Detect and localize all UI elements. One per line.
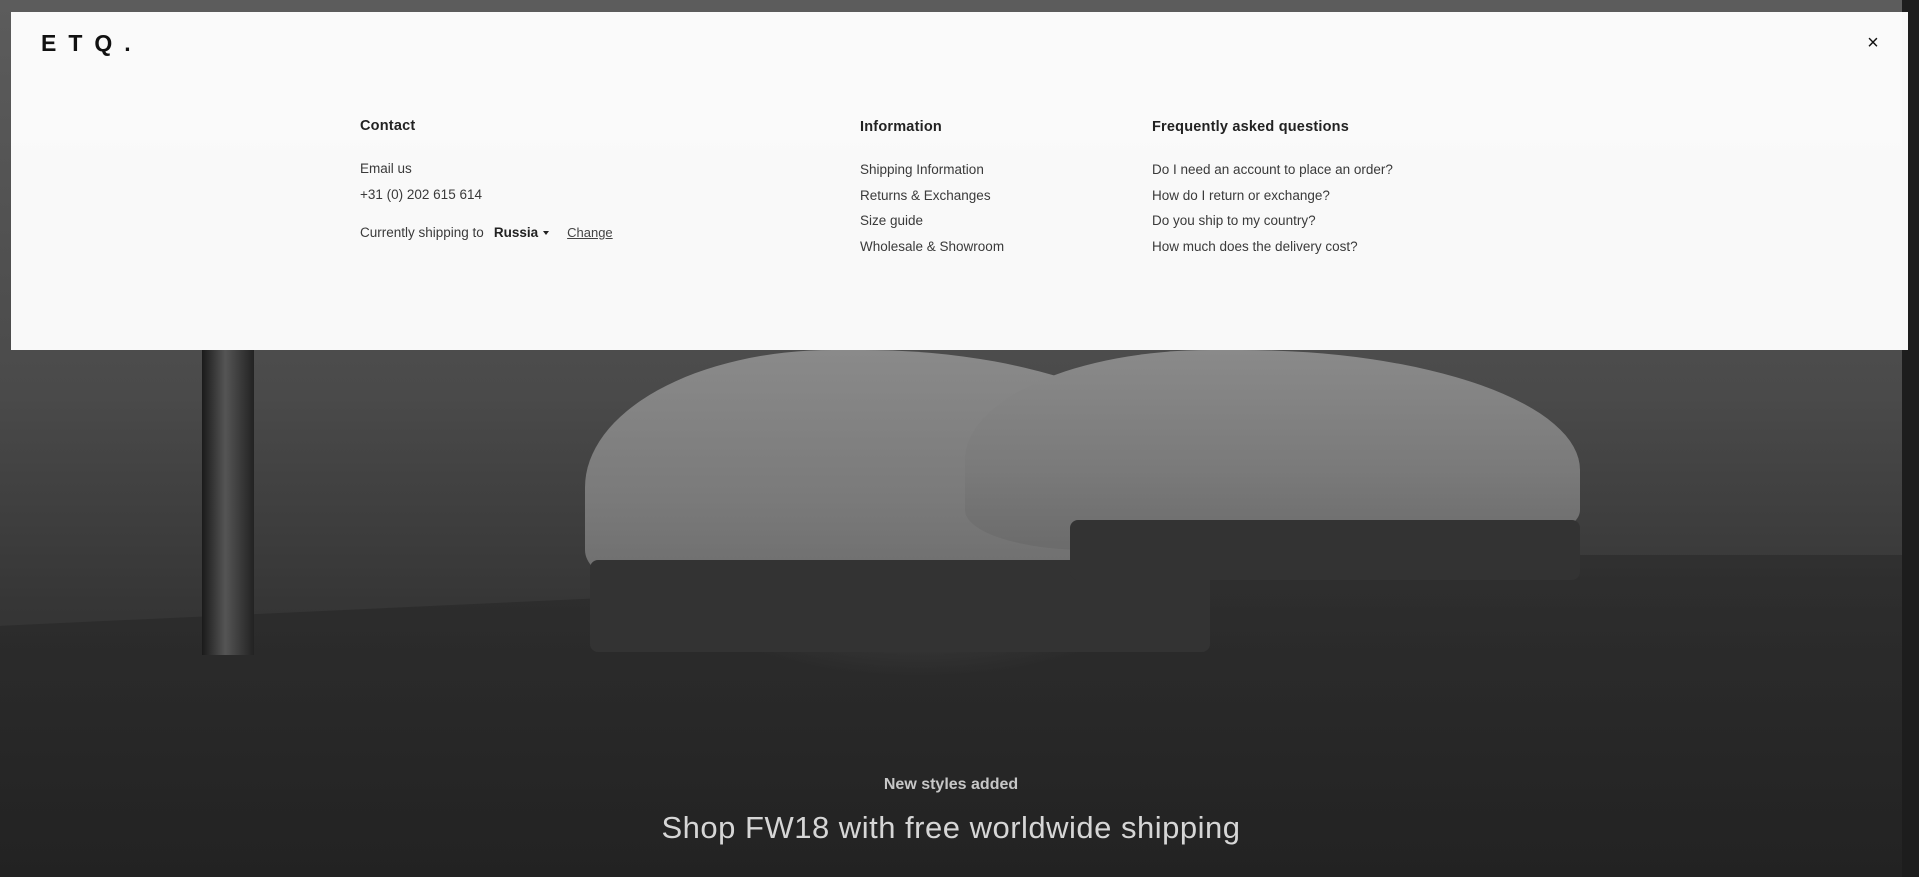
faq-link-ship-country[interactable]: Do you ship to my country? <box>1152 208 1393 234</box>
hero-headline[interactable]: Shop FW18 with free worldwide shipping <box>0 810 1902 846</box>
info-link-wholesale[interactable]: Wholesale & Showroom <box>860 234 1004 260</box>
faq-link-delivery-cost[interactable]: How much does the delivery cost? <box>1152 234 1393 260</box>
country-value: Russia <box>493 225 539 240</box>
information-title: Information <box>860 119 942 135</box>
info-link-shipping[interactable]: Shipping Information <box>860 157 1004 183</box>
hero-kicker[interactable]: New styles added <box>0 776 1902 794</box>
faq-link-return[interactable]: How do I return or exchange? <box>1152 183 1393 209</box>
close-icon[interactable]: × <box>1860 30 1886 56</box>
contact-column: Contact Email us +31 (0) 202 615 614 Cur… <box>360 118 613 240</box>
email-us-link[interactable]: Email us <box>360 156 613 182</box>
chevron-down-icon <box>543 230 550 235</box>
shipping-label: Currently shipping to <box>360 225 484 240</box>
contact-title: Contact <box>360 118 416 134</box>
phone-link[interactable]: +31 (0) 202 615 614 <box>360 182 613 208</box>
country-select[interactable]: Russia <box>493 225 550 240</box>
menu-panel: ETQ. × Contact Email us +31 (0) 202 615 … <box>11 12 1908 350</box>
shipping-row: Currently shipping to Russia Change <box>360 225 613 240</box>
logo[interactable]: ETQ. <box>41 30 143 57</box>
faq-column: Frequently asked questions Do I need an … <box>1152 119 1393 259</box>
hero-caption: New styles added Shop FW18 with free wor… <box>0 776 1902 846</box>
faq-link-account[interactable]: Do I need an account to place an order? <box>1152 157 1393 183</box>
change-country-link[interactable]: Change <box>567 225 613 240</box>
hero-pole <box>202 350 254 655</box>
info-link-returns[interactable]: Returns & Exchanges <box>860 183 1004 209</box>
information-column: Information Shipping Information Returns… <box>860 119 1004 259</box>
info-link-size-guide[interactable]: Size guide <box>860 208 1004 234</box>
faq-title: Frequently asked questions <box>1152 119 1349 135</box>
boot-right-sole <box>1070 520 1580 580</box>
